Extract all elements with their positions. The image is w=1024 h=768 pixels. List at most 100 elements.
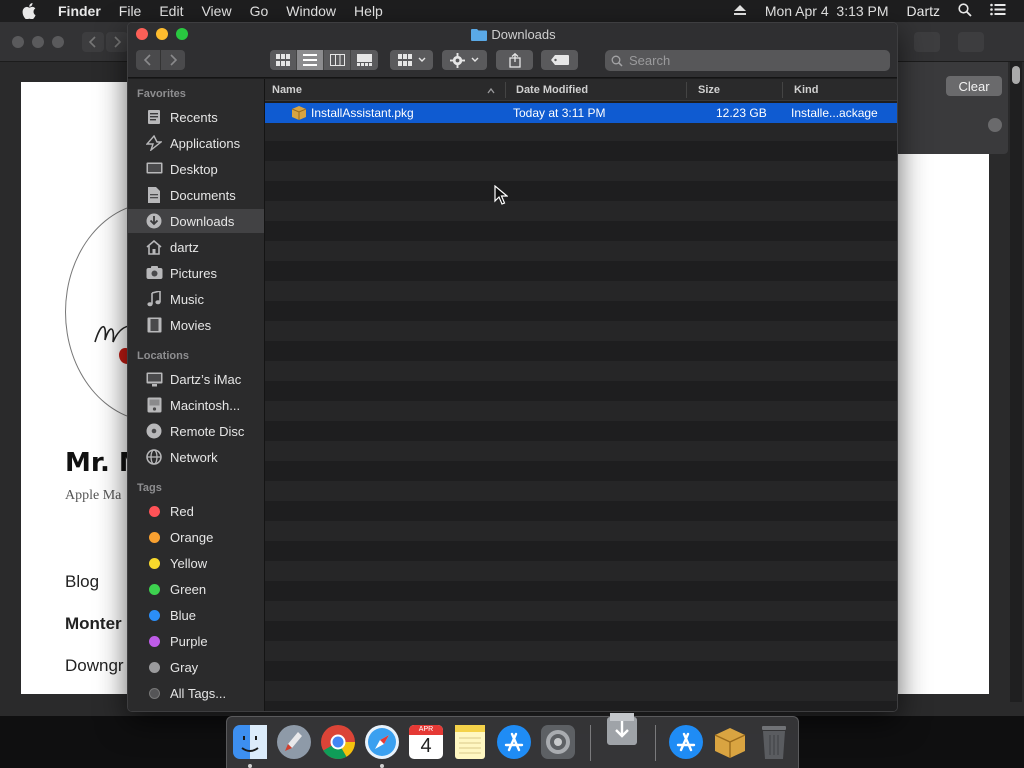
sidebar-item-pictures[interactable]: Pictures <box>128 261 264 285</box>
sidebar-item-label: Network <box>170 449 218 465</box>
edit-tags-button[interactable] <box>541 50 578 70</box>
icon-view-button[interactable] <box>270 50 297 70</box>
menu-go[interactable]: Go <box>250 3 269 19</box>
background-forward-icon[interactable] <box>106 32 128 52</box>
background-minimize-button[interactable] <box>32 36 44 48</box>
sidebar-item-recents[interactable]: Recents <box>128 105 264 129</box>
dock-app-store-icon[interactable] <box>495 723 533 761</box>
sidebar-tag-red[interactable]: Red <box>128 499 264 523</box>
column-divider[interactable] <box>686 82 687 98</box>
group-by-button[interactable] <box>390 50 433 70</box>
dock-chrome-icon[interactable] <box>319 723 357 761</box>
sidebar-item-applications[interactable]: Applications <box>128 131 264 155</box>
column-divider[interactable] <box>505 82 506 98</box>
sidebar-tag-blue[interactable]: Blue <box>128 603 264 627</box>
sidebar-all-tags[interactable]: All Tags... <box>128 681 264 705</box>
list-background <box>265 101 897 711</box>
sidebar-item-home[interactable]: dartz <box>128 235 264 259</box>
tag-color-dot <box>148 609 160 621</box>
dock-safari-icon[interactable] <box>363 723 401 761</box>
menu-edit[interactable]: Edit <box>159 3 183 19</box>
sidebar-item-imac[interactable]: Dartz’s iMac <box>128 367 264 391</box>
search-input[interactable] <box>629 53 879 68</box>
notification-center-icon[interactable] <box>990 3 1006 19</box>
background-back-icon[interactable] <box>82 32 104 52</box>
search-field[interactable] <box>605 50 890 71</box>
share-button[interactable] <box>496 50 533 70</box>
file-row[interactable]: InstallAssistant.pkg Today at 3:11 PM 12… <box>265 103 897 123</box>
menu-file[interactable]: File <box>119 3 142 19</box>
background-share-icon[interactable] <box>914 32 940 52</box>
action-button[interactable] <box>442 50 487 70</box>
sidebar-item-desktop[interactable]: Desktop <box>128 157 264 181</box>
tag-color-dot <box>148 661 160 673</box>
sidebar-item-music[interactable]: Music <box>128 287 264 311</box>
sidebar-tag-yellow[interactable]: Yellow <box>128 551 264 575</box>
sidebar-tag-gray[interactable]: Gray <box>128 655 264 679</box>
menu-app-name[interactable]: Finder <box>58 3 101 19</box>
background-close-button[interactable] <box>12 36 24 48</box>
background-side-panel: Clear <box>896 62 1008 154</box>
apple-menu-icon[interactable] <box>18 0 40 22</box>
column-header-name[interactable]: Name <box>272 84 302 96</box>
column-view-button[interactable] <box>324 50 351 70</box>
forward-button[interactable] <box>161 50 185 70</box>
dock-launchpad-icon[interactable] <box>275 723 313 761</box>
chevron-down-icon <box>418 57 425 62</box>
sidebar-tag-purple[interactable]: Purple <box>128 629 264 653</box>
dock-app-store-download-icon[interactable] <box>667 723 705 761</box>
back-button[interactable] <box>137 50 161 70</box>
file-list: Name Date Modified Size Kind InstallAssi… <box>265 79 897 711</box>
sidebar-section-locations: Locations <box>137 350 189 362</box>
tag-color-dot <box>148 583 160 595</box>
column-header-size[interactable]: Size <box>698 84 720 96</box>
dock-trash-icon[interactable] <box>755 723 793 761</box>
column-header-row: Name Date Modified Size Kind <box>265 79 897 101</box>
eject-icon[interactable] <box>733 3 747 19</box>
sort-ascending-icon[interactable] <box>487 85 495 97</box>
column-divider[interactable] <box>782 82 783 98</box>
sidebar-item-documents[interactable]: Documents <box>128 183 264 207</box>
background-scrollbar[interactable] <box>1010 62 1022 702</box>
user-name[interactable]: Dartz <box>907 3 940 19</box>
column-header-kind[interactable]: Kind <box>794 84 818 96</box>
spotlight-search-icon[interactable] <box>958 2 972 20</box>
window-title-text: Downloads <box>491 27 556 42</box>
dock-notes-icon[interactable] <box>451 723 489 761</box>
background-tabs-icon[interactable] <box>958 32 984 52</box>
background-nav-link[interactable]: Monter <box>65 614 122 634</box>
sidebar-item-macintosh-hd[interactable]: Macintosh... <box>128 393 264 417</box>
dock-downloads-stack-icon[interactable] <box>603 709 641 747</box>
finder-titlebar: Downloads <box>128 23 897 78</box>
sidebar-tag-orange[interactable]: Orange <box>128 525 264 549</box>
menu-view[interactable]: View <box>201 3 231 19</box>
documents-icon <box>145 186 163 204</box>
sidebar-item-network[interactable]: Network <box>128 445 264 469</box>
sidebar-item-movies[interactable]: Movies <box>128 313 264 337</box>
imac-icon <box>145 370 163 388</box>
background-scroll-thumb[interactable] <box>1012 66 1020 84</box>
dock-system-preferences-icon[interactable] <box>539 723 577 761</box>
sidebar-item-downloads[interactable]: Downloads <box>128 209 264 233</box>
clock[interactable]: Mon Apr 4 3:13 PM <box>765 3 889 19</box>
dock-finder-icon[interactable] <box>231 723 269 761</box>
disc-icon <box>145 422 163 440</box>
list-view-button[interactable] <box>297 50 324 70</box>
sidebar-item-label: Movies <box>170 317 212 333</box>
dock-calendar-icon[interactable]: APR 4 <box>407 723 445 761</box>
sidebar-item-remote-disc[interactable]: Remote Disc <box>128 419 264 443</box>
gallery-view-button[interactable] <box>351 50 378 70</box>
clear-button[interactable]: Clear <box>946 76 1002 96</box>
background-nav-link[interactable]: Blog <box>65 572 99 592</box>
menu-window[interactable]: Window <box>286 3 336 19</box>
sidebar-section-tags: Tags <box>137 482 162 494</box>
background-zoom-button[interactable] <box>52 36 64 48</box>
dock-installer-icon[interactable] <box>711 723 749 761</box>
column-header-date-modified[interactable]: Date Modified <box>516 84 588 96</box>
background-search-icon[interactable] <box>988 118 1002 132</box>
sidebar-item-label: Desktop <box>170 161 218 177</box>
menu-help[interactable]: Help <box>354 3 383 19</box>
background-nav-link[interactable]: Downgr <box>65 656 124 676</box>
pictures-icon <box>145 264 163 282</box>
sidebar-tag-green[interactable]: Green <box>128 577 264 601</box>
